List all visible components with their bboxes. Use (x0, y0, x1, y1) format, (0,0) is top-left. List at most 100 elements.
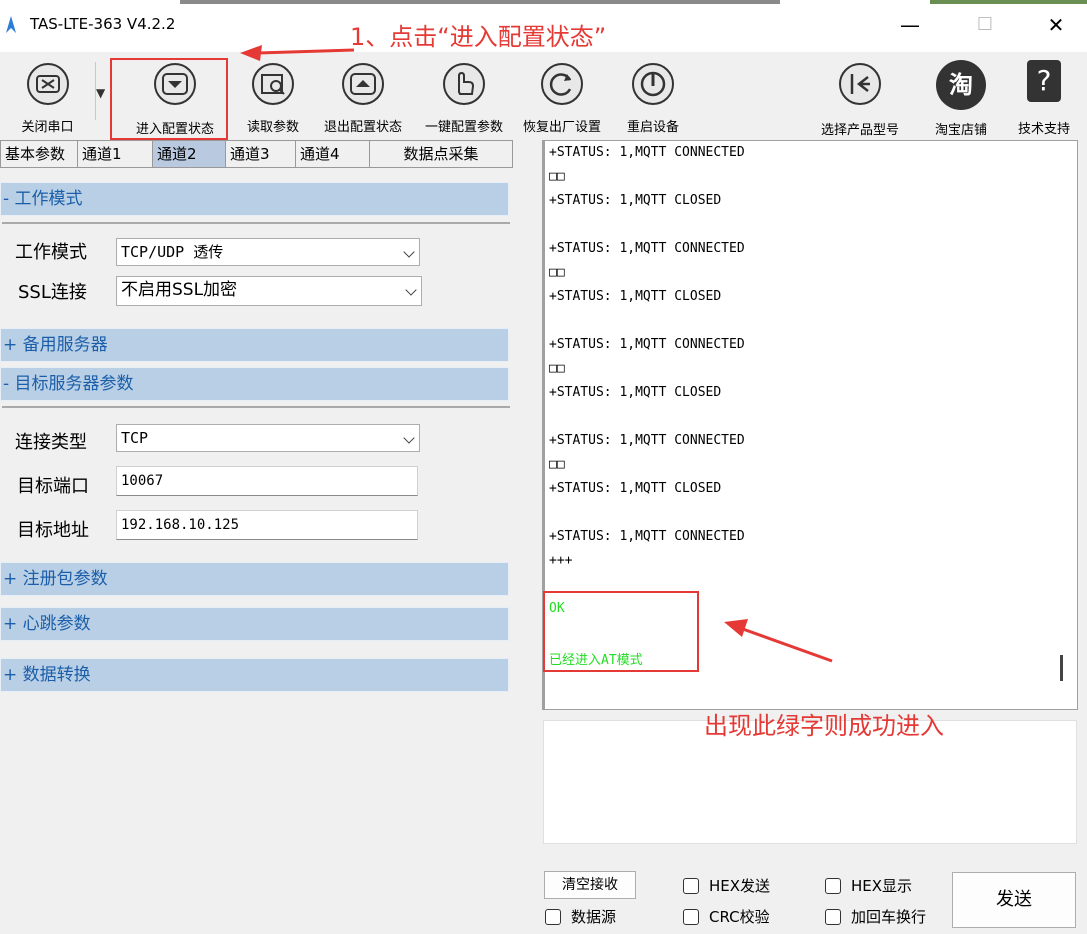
minimize-button[interactable]: — (890, 10, 930, 40)
arrow-left-icon (240, 45, 355, 61)
target-server-section: 连接类型 TCP 目标端口 10067 目标地址 192.168.10.125 (2, 406, 510, 556)
select-model-label: 选择产品型号 (820, 123, 899, 138)
tab-channel-1[interactable]: 通道1 (77, 140, 152, 168)
tech-support-button[interactable]: ? 技术支持 (1005, 56, 1083, 137)
close-port-button[interactable]: 关闭串口 (0, 56, 95, 136)
conn-type-value: TCP (121, 429, 149, 447)
enter-config-highlight-box (110, 58, 228, 140)
read-params-label: 读取参数 (246, 120, 299, 135)
data-convert-header[interactable]: + 数据转换 (0, 658, 509, 692)
target-port-label: 目标端口 (17, 476, 89, 497)
checkbox-icon (825, 877, 841, 894)
exit-config-button[interactable]: 退出配置状态 (313, 56, 413, 136)
tab-data-collection[interactable]: 数据点采集 (369, 140, 513, 168)
log-line: +STATUS: 1,MQTT CLOSED (549, 385, 722, 400)
reboot-button[interactable]: 重启设备 (612, 56, 694, 136)
one-key-config-button[interactable]: 一键配置参数 (415, 56, 513, 136)
read-params-button[interactable]: 读取参数 (236, 56, 310, 136)
taobao-store-button[interactable]: 淘 淘宝店铺 (920, 56, 1002, 138)
heartbeat-header[interactable]: + 心跳参数 (0, 607, 509, 641)
close-port-label: 关闭串口 (21, 120, 74, 135)
log-line: □□ (549, 457, 565, 472)
close-port-icon (26, 63, 69, 105)
target-address-input[interactable]: 192.168.10.125 (116, 510, 418, 540)
chevron-down-icon (403, 246, 415, 258)
log-line: +STATUS: 1,MQTT CLOSED (549, 481, 722, 496)
checkbox-icon (545, 908, 561, 925)
channel-settings-panel: - 工作模式 工作模式 TCP/UDP 透传 SSL连接 不启用SSL加密 + … (0, 168, 512, 934)
target-server-header[interactable]: - 目标服务器参数 (0, 367, 509, 401)
exit-config-icon (342, 63, 384, 105)
power-icon (632, 63, 674, 105)
tab-basic-params[interactable]: 基本参数 (0, 140, 77, 168)
hex-send-label: HEX发送 (709, 877, 771, 895)
clear-receive-button[interactable]: 清空接收 (544, 871, 636, 899)
log-line: +STATUS: 1,MQTT CLOSED (549, 289, 722, 304)
hex-display-label: HEX显示 (851, 877, 913, 895)
factory-reset-button[interactable]: 恢复出厂设置 (513, 56, 611, 136)
tab-channel-4[interactable]: 通道4 (295, 140, 369, 168)
select-model-icon (839, 63, 881, 105)
tab-channel-3[interactable]: 通道3 (225, 140, 295, 168)
checkbox-icon (683, 908, 699, 925)
window-title: TAS-LTE-363 V4.2.2 (30, 15, 176, 33)
ssl-value: 不启用SSL加密 (121, 280, 238, 300)
crc-check-checkbox[interactable]: CRC校验 (683, 906, 770, 927)
log-line: +STATUS: 1,MQTT CONNECTED (549, 145, 745, 160)
conn-type-select[interactable]: TCP (116, 424, 420, 452)
taobao-label: 淘宝店铺 (934, 123, 987, 138)
channel-tabs: 基本参数 通道1 通道2 通道3 通道4 数据点采集 (0, 140, 513, 168)
close-window-button[interactable]: ✕ (1036, 10, 1076, 40)
exit-config-label: 退出配置状态 (323, 120, 402, 135)
target-address-label: 目标地址 (17, 520, 89, 541)
log-line: +++ (549, 553, 573, 568)
hex-display-checkbox[interactable]: HEX显示 (825, 875, 912, 896)
target-port-input[interactable]: 10067 (116, 466, 418, 496)
work-mode-select[interactable]: TCP/UDP 透传 (116, 238, 420, 266)
read-params-icon (252, 63, 294, 105)
background-window-strip-2 (930, 0, 1087, 4)
ssl-label: SSL连接 (18, 282, 87, 303)
scrollbar-thumb[interactable] (1060, 655, 1063, 681)
tab-channel-2[interactable]: 通道2 (152, 140, 225, 168)
log-line: +STATUS: 1,MQTT CONNECTED (549, 529, 745, 544)
log-line: +STATUS: 1,MQTT CONNECTED (549, 241, 745, 256)
success-highlight-box (543, 591, 699, 672)
work-mode-label: 工作模式 (15, 242, 87, 263)
ssl-select[interactable]: 不启用SSL加密 (116, 276, 422, 306)
step1-annotation: 1、点击“进入配置状态” (350, 23, 607, 51)
backup-server-header[interactable]: + 备用服务器 (0, 328, 509, 362)
app-logo-icon (6, 16, 16, 33)
register-packet-header[interactable]: + 注册包参数 (0, 562, 509, 596)
chevron-down-icon (403, 432, 415, 444)
success-annotation: 出现此绿字则成功进入 (704, 712, 944, 740)
hand-pointer-icon (443, 63, 485, 105)
hex-send-checkbox[interactable]: HEX发送 (683, 875, 770, 896)
checkbox-icon (825, 908, 841, 925)
reboot-label: 重启设备 (626, 120, 679, 135)
log-line: +STATUS: 1,MQTT CLOSED (549, 193, 722, 208)
log-line: □□ (549, 361, 565, 376)
work-mode-header[interactable]: - 工作模式 (0, 182, 509, 216)
dropdown-arrow-icon[interactable]: ▼ (96, 86, 105, 100)
log-line: □□ (549, 169, 565, 184)
factory-reset-label: 恢复出厂设置 (522, 120, 601, 135)
work-mode-section: 工作模式 TCP/UDP 透传 SSL连接 不启用SSL加密 (2, 222, 510, 322)
background-window-strip (180, 0, 780, 4)
crc-check-label: CRC校验 (709, 908, 770, 926)
select-model-button[interactable]: 选择产品型号 (810, 56, 910, 138)
maximize-button[interactable]: ☐ (965, 10, 1005, 40)
tech-support-label: 技术支持 (1017, 122, 1070, 137)
work-mode-value: TCP/UDP 透传 (121, 243, 224, 261)
log-line: +STATUS: 1,MQTT CONNECTED (549, 337, 745, 352)
log-line: □□ (549, 265, 565, 280)
checkbox-icon (683, 877, 699, 894)
send-button[interactable]: 发送 (952, 872, 1076, 928)
add-crlf-checkbox[interactable]: 加回车换行 (825, 906, 926, 927)
taobao-icon: 淘 (936, 60, 986, 110)
chevron-down-icon (405, 284, 417, 296)
data-source-label: 数据源 (571, 908, 617, 926)
conn-type-label: 连接类型 (15, 432, 87, 453)
data-source-checkbox[interactable]: 数据源 (545, 906, 616, 927)
add-crlf-label: 加回车换行 (851, 908, 927, 926)
